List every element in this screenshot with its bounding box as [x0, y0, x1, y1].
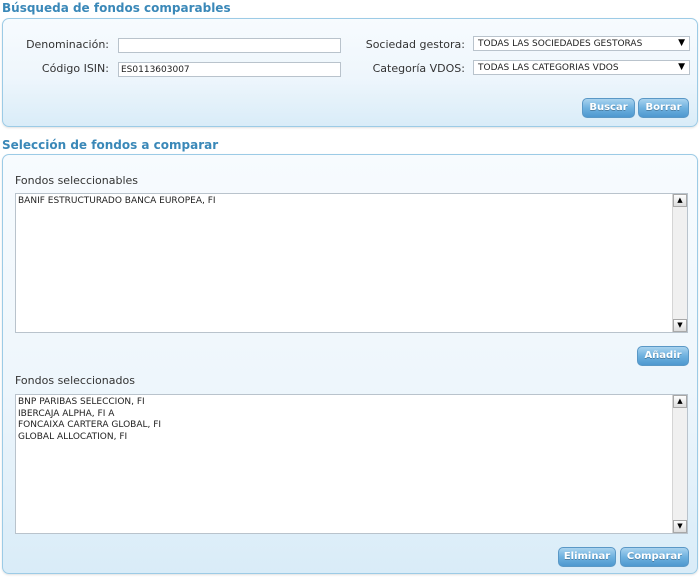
scroll-up-icon[interactable]: ▲	[673, 194, 687, 207]
sociedad-gestora-select[interactable]: TODAS LAS SOCIEDADES GESTORAS ▼	[473, 36, 690, 51]
list-item[interactable]: FONCAIXA CARTERA GLOBAL, FI	[18, 420, 671, 432]
list-item[interactable]: BANIF ESTRUCTURADO BANCA EUROPEA, FI	[18, 196, 671, 208]
fondos-seleccionados-label: Fondos seleccionados	[15, 374, 135, 387]
chevron-down-icon: ▼	[678, 38, 685, 48]
fondos-seleccionables-list[interactable]: BANIF ESTRUCTURADO BANCA EUROPEA, FI ▲ ▼	[15, 193, 688, 333]
buscar-button[interactable]: Buscar	[582, 98, 635, 118]
borrar-button[interactable]: Borrar	[638, 98, 689, 118]
isin-input[interactable]: ES0113603007	[118, 62, 341, 77]
categoria-vdos-label: Categoría VDOS:	[372, 62, 465, 75]
scroll-up-icon[interactable]: ▲	[673, 395, 687, 408]
denominacion-input[interactable]	[118, 38, 341, 53]
search-panel: Denominación: Código ISIN: ES0113603007 …	[2, 18, 698, 127]
sociedad-gestora-value: TODAS LAS SOCIEDADES GESTORAS	[478, 39, 643, 49]
list-item[interactable]: IBERCAJA ALPHA, FI A	[18, 409, 671, 421]
denominacion-label: Denominación:	[26, 38, 109, 51]
anadir-button[interactable]: Añadir	[637, 346, 689, 366]
categoria-vdos-value: TODAS LAS CATEGORIAS VDOS	[478, 63, 619, 73]
fondos-seleccionables-label: Fondos seleccionables	[15, 174, 139, 187]
scroll-down-icon[interactable]: ▼	[673, 319, 687, 332]
categoria-vdos-select[interactable]: TODAS LAS CATEGORIAS VDOS ▼	[473, 60, 690, 75]
eliminar-button[interactable]: Eliminar	[558, 547, 616, 567]
scroll-down-icon[interactable]: ▼	[673, 520, 687, 533]
isin-label: Código ISIN:	[41, 62, 109, 75]
list-scrollbar[interactable]: ▲ ▼	[672, 194, 687, 332]
selection-section-title: Selección de fondos a comparar	[2, 138, 219, 152]
chevron-down-icon: ▼	[678, 62, 685, 72]
list-scrollbar[interactable]: ▲ ▼	[672, 395, 687, 533]
fondos-seleccionados-list[interactable]: BNP PARIBAS SELECCION, FI IBERCAJA ALPHA,…	[15, 394, 688, 534]
search-section-title: Búsqueda de fondos comparables	[2, 1, 231, 15]
selection-panel: Fondos seleccionables BANIF ESTRUCTURADO…	[2, 154, 698, 574]
list-item[interactable]: GLOBAL ALLOCATION, FI	[18, 432, 671, 444]
comparar-button[interactable]: Comparar	[620, 547, 689, 567]
sociedad-gestora-label: Sociedad gestora:	[365, 38, 465, 51]
list-item[interactable]: BNP PARIBAS SELECCION, FI	[18, 397, 671, 409]
